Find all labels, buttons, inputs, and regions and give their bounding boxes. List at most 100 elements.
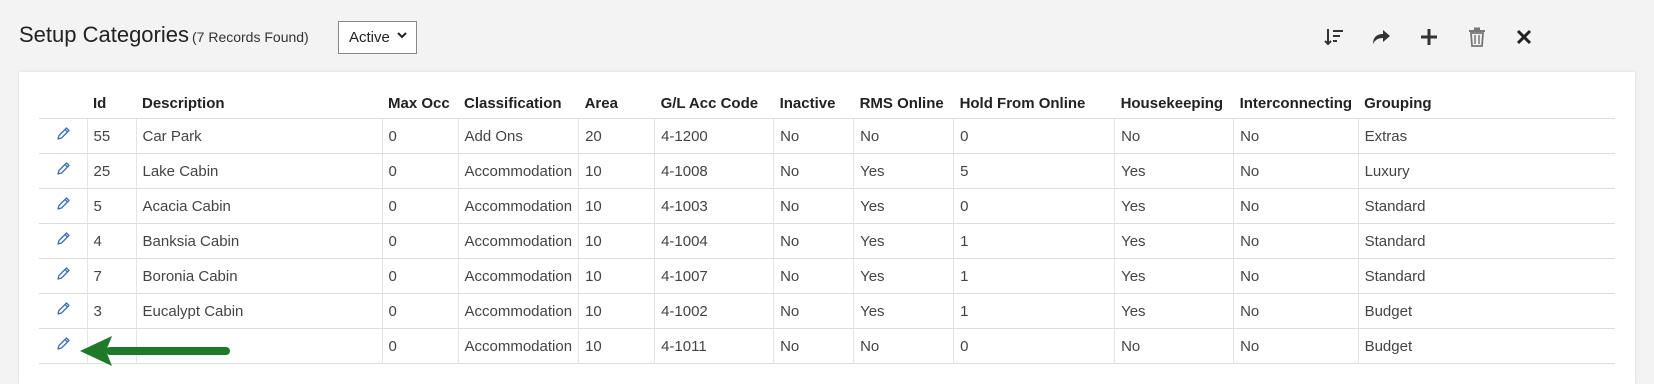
cell-housekeeping: Yes: [1114, 258, 1234, 294]
cell-rms-online: Yes: [853, 293, 954, 329]
col-classification[interactable]: Classification: [458, 88, 579, 119]
cell-grouping: Luxury: [1357, 153, 1615, 189]
edit-cell: [39, 153, 87, 189]
cell-interconnecting: No: [1233, 188, 1359, 224]
cell-classification: Accommodation: [457, 188, 579, 224]
chevron-down-icon: [396, 22, 408, 53]
cell-classification: Add Ons: [457, 118, 579, 154]
edit-pencil-icon[interactable]: [55, 266, 71, 286]
cell-description: Lake Cabin: [135, 153, 382, 189]
cell-rms-online: Yes: [853, 188, 954, 224]
page-header: Setup Categories (7 Records Found) Activ…: [0, 0, 1654, 72]
cell-gl-acc-code: 4-1002: [654, 293, 774, 329]
cell-hold-from-online: 5: [953, 153, 1115, 189]
cell-id: 3: [86, 293, 136, 329]
cell-area: 20: [578, 118, 655, 154]
record-count: (7 Records Found): [192, 29, 309, 45]
cell-inactive: No: [773, 118, 854, 154]
cell-area: 10: [578, 258, 655, 294]
col-edit: [39, 88, 87, 119]
edit-cell: [39, 258, 87, 294]
cell-interconnecting: No: [1233, 258, 1359, 294]
cell-gl-acc-code: 4-1200: [654, 118, 774, 154]
cell-interconnecting: No: [1233, 118, 1359, 154]
col-hold-from-online[interactable]: Hold From Online: [953, 88, 1115, 119]
cell-area: 10: [578, 153, 655, 189]
col-description[interactable]: Description: [136, 88, 382, 119]
cell-rms-online: No: [853, 328, 954, 364]
cell-description: Eucalypt Cabin: [135, 293, 382, 329]
col-housekeeping[interactable]: Housekeeping: [1114, 88, 1234, 119]
cell-rms-online: Yes: [853, 223, 954, 259]
col-id[interactable]: Id: [87, 88, 136, 119]
cell-grouping: Standard: [1357, 258, 1615, 294]
cell-description: Boronia Cabin: [135, 258, 382, 294]
cell-id: 55: [86, 118, 136, 154]
cell-area: 10: [578, 223, 655, 259]
cell-gl-acc-code: 4-1008: [654, 153, 774, 189]
cell-rms-online: Yes: [853, 258, 954, 294]
col-area[interactable]: Area: [578, 88, 655, 119]
cell-inactive: No: [773, 293, 854, 329]
col-max-occ[interactable]: Max Occ: [382, 88, 458, 119]
add-button[interactable]: [1414, 24, 1444, 54]
categories-card: Id Description Max Occ Classification Ar…: [19, 72, 1635, 384]
col-rms-online[interactable]: RMS Online: [853, 88, 954, 119]
cell-id: 7: [86, 258, 136, 294]
table-row[interactable]: 4 Banksia Cabin 0 Accommodation 10 4-1004 No Ye…: [39, 223, 1615, 259]
table-row[interactable]: 25 Lake Cabin 0 Accommodation 10 4-1008 No Yes 5…: [39, 153, 1615, 189]
table-row[interactable]: 55 Car Park 0 Add Ons 20 4-1200 No No 0 No No Extra…: [39, 118, 1615, 154]
cell-classification: Accommodation: [457, 258, 579, 294]
cell-rms-online: No: [853, 118, 954, 154]
delete-button[interactable]: [1462, 24, 1492, 54]
cell-interconnecting: No: [1233, 293, 1359, 329]
edit-pencil-icon[interactable]: [55, 231, 71, 251]
cell-rms-online: Yes: [853, 153, 954, 189]
cell-area: 10: [578, 328, 655, 364]
close-button[interactable]: [1509, 24, 1539, 54]
export-icon: [1371, 27, 1391, 52]
sort-icon: [1324, 27, 1344, 52]
close-icon: [1516, 29, 1532, 50]
cell-inactive: No: [773, 153, 854, 189]
cell-description: Banksia Cabin: [135, 223, 382, 259]
cell-classification: Accommodation: [457, 293, 579, 329]
col-interconnecting[interactable]: Interconnecting: [1233, 88, 1359, 119]
table-header-row: Id Description Max Occ Classification Ar…: [39, 88, 1615, 119]
cell-interconnecting: No: [1233, 153, 1359, 189]
cell-grouping: Extras: [1357, 118, 1615, 154]
edit-pencil-icon[interactable]: [55, 196, 71, 216]
edit-pencil-icon[interactable]: [55, 161, 71, 181]
edit-cell: [39, 118, 87, 154]
cell-hold-from-online: 0: [953, 188, 1115, 224]
col-grouping[interactable]: Grouping: [1358, 88, 1615, 119]
cell-hold-from-online: 0: [953, 328, 1115, 364]
cell-id: 4: [86, 223, 136, 259]
export-button[interactable]: [1366, 24, 1396, 54]
status-filter-select[interactable]: Active: [338, 21, 417, 54]
cell-inactive: No: [773, 188, 854, 224]
col-gl-acc-code[interactable]: G/L Acc Code: [654, 88, 774, 119]
edit-pencil-icon[interactable]: [55, 301, 71, 321]
sort-button[interactable]: [1319, 24, 1349, 54]
table-row[interactable]: 3 Eucalypt Cabin 0 Accommodation 10 4-1002 No Y…: [39, 293, 1615, 329]
cell-max-occ: 0: [381, 188, 458, 224]
cell-housekeeping: Yes: [1114, 223, 1234, 259]
cell-classification: Accommodation: [457, 153, 579, 189]
add-icon: [1420, 28, 1438, 51]
table-row[interactable]: 0 Accommodation 10 4-1011 No No 0 No No Budget: [39, 328, 1615, 364]
cell-gl-acc-code: 4-1004: [654, 223, 774, 259]
cell-housekeeping: Yes: [1114, 153, 1234, 189]
cell-housekeeping: No: [1114, 118, 1234, 154]
edit-pencil-icon[interactable]: [55, 126, 71, 146]
table-row[interactable]: 7 Boronia Cabin 0 Accommodation 10 4-1007 No Ye…: [39, 258, 1615, 294]
cell-max-occ: 0: [381, 258, 458, 294]
cell-classification: Accommodation: [457, 223, 579, 259]
cell-area: 10: [578, 188, 655, 224]
table-row[interactable]: 5 Acacia Cabin 0 Accommodation 10 4-1003 No Yes…: [39, 188, 1615, 224]
edit-cell: [39, 293, 87, 329]
cell-max-occ: 0: [381, 118, 458, 154]
cell-grouping: Standard: [1357, 188, 1615, 224]
col-inactive[interactable]: Inactive: [773, 88, 854, 119]
edit-pencil-icon[interactable]: [55, 336, 71, 356]
